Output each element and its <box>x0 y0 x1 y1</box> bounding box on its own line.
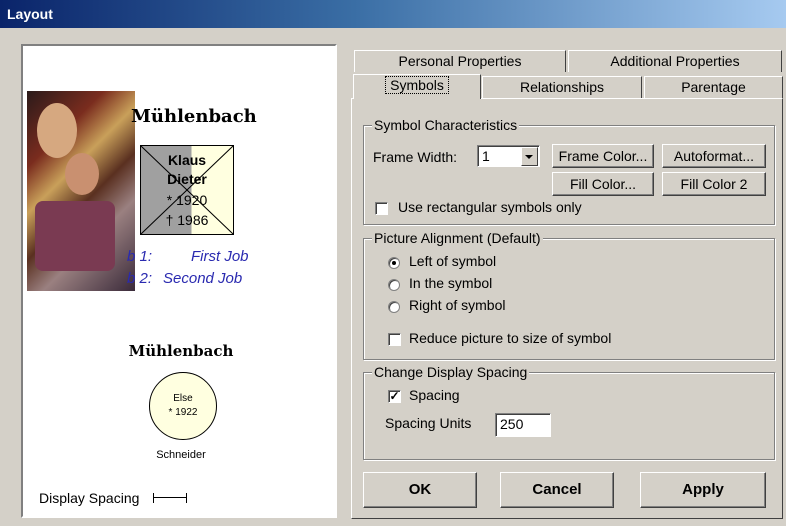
symbols-tab-panel: Symbol Characteristics Frame Width: 1 Fr… <box>351 98 783 519</box>
frame-width-label: Frame Width: <box>373 149 458 165</box>
spacing-checkbox[interactable]: ✓ <box>388 390 401 403</box>
job-2-number: b 2: <box>127 270 153 287</box>
title-bar[interactable]: Layout <box>0 0 786 28</box>
radio-right-label: Right of symbol <box>409 297 506 313</box>
display-spacing-group: Change Display Spacing ✓ Spacing Spacing… <box>363 364 775 460</box>
person-symbol: Klaus Dieter * 1920 † 1986 <box>140 145 234 235</box>
preview-family-name: Mühlenbach <box>131 106 257 127</box>
reduce-picture-label: Reduce picture to size of symbol <box>409 330 612 346</box>
circle-birth-year: * 1922 <box>168 407 198 418</box>
spacing-ruler-icon <box>153 493 187 503</box>
tab-relationships[interactable]: Relationships <box>482 76 642 98</box>
preview-pane: Mühlenbach Klaus Dieter * 1920 † 1986 b … <box>21 44 337 518</box>
fill-color-2-button[interactable]: Fill Color 2 <box>662 172 766 196</box>
job-2-title: Second Job <box>163 270 243 287</box>
radio-in-symbol[interactable] <box>388 279 400 291</box>
window-title: Layout <box>7 6 53 22</box>
reduce-picture-checkbox[interactable] <box>388 333 401 346</box>
apply-button[interactable]: Apply <box>640 472 766 508</box>
circle-first-name: Else <box>173 393 193 404</box>
tab-personal-properties[interactable]: Personal Properties <box>354 50 566 72</box>
symbol-characteristics-group: Symbol Characteristics Frame Width: 1 Fr… <box>363 117 775 225</box>
spacing-units-label: Spacing Units <box>385 415 472 431</box>
picture-alignment-group: Picture Alignment (Default) Left of symb… <box>363 230 775 360</box>
autoformat-button[interactable]: Autoformat... <box>662 144 766 168</box>
person-photo <box>27 91 135 291</box>
cancel-button[interactable]: Cancel <box>500 472 614 508</box>
radio-in-label: In the symbol <box>409 275 493 291</box>
job-1-number: b 1: <box>127 248 153 265</box>
symbol-death-year: † 1986 <box>165 212 209 228</box>
radio-left-of-symbol[interactable] <box>388 257 400 269</box>
symbol-birth-year: * 1920 <box>166 192 208 208</box>
spacing-label: Spacing <box>409 387 460 403</box>
frame-color-button[interactable]: Frame Color... <box>552 144 654 168</box>
preview-family-name-2: Mühlenbach <box>128 342 234 360</box>
rectangular-only-checkbox[interactable] <box>375 202 388 215</box>
radio-left-label: Left of symbol <box>409 253 497 269</box>
rectangular-only-label: Use rectangular symbols only <box>398 199 582 215</box>
tab-additional-properties[interactable]: Additional Properties <box>568 50 782 72</box>
tab-parentage[interactable]: Parentage <box>644 76 783 98</box>
tab-symbols[interactable]: Symbols <box>353 74 481 99</box>
group-title: Picture Alignment (Default) <box>372 230 543 246</box>
symbol-second-name: Dieter <box>167 171 207 187</box>
radio-right-of-symbol[interactable] <box>388 301 400 313</box>
spacing-units-input[interactable]: 250 <box>495 413 551 437</box>
ok-button[interactable]: OK <box>363 472 477 508</box>
female-symbol: Else * 1922 <box>149 372 217 440</box>
fill-color-button[interactable]: Fill Color... <box>552 172 654 196</box>
job-1-title: First Job <box>191 248 249 265</box>
group-title: Symbol Characteristics <box>372 117 520 133</box>
preview-surname: Schneider <box>156 449 206 461</box>
chevron-down-icon[interactable] <box>521 147 538 166</box>
group-title: Change Display Spacing <box>372 364 530 380</box>
display-spacing-label: Display Spacing <box>39 490 140 506</box>
symbol-first-name: Klaus <box>167 152 207 168</box>
frame-width-select[interactable]: 1 <box>477 145 540 167</box>
